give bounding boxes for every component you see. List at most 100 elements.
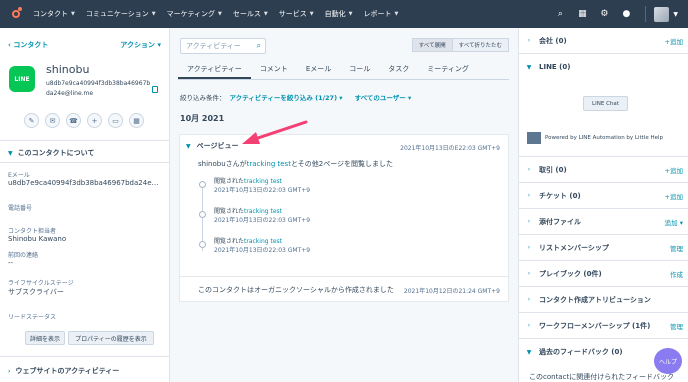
associations-sidebar: › 会社 (0) +追加 ▼ LINE (0) LINE Chat Powered b… <box>518 28 688 382</box>
company-section[interactable]: › 会社 (0) +追加 <box>519 28 688 54</box>
user-avatar[interactable] <box>654 6 670 22</box>
annotation-arrow-icon <box>242 120 308 144</box>
line-section[interactable]: ▼ LINE (0) <box>519 54 688 80</box>
user-filter-dropdown[interactable]: すべてのユーザー ▾ <box>355 92 412 102</box>
pageview-item: 閲覧されたtracking test 2021年10月13日の22:03 GMT… <box>214 178 311 194</box>
meeting-button[interactable]: ▦ <box>129 113 144 128</box>
nav-service[interactable]: サービス ▼ <box>279 9 314 19</box>
expand-all-button[interactable]: すべて展開 <box>411 38 452 52</box>
email-value[interactable]: u8db7e9ca40994f3db38ba46967bda24e@line..… <box>8 179 164 187</box>
lists-section[interactable]: › リストメンバーシップ 管理 <box>519 235 688 261</box>
property-history-button[interactable]: プロパティーの履歴を表示 <box>68 331 154 345</box>
nav-contacts[interactable]: コンタクト ▼ <box>33 9 75 19</box>
chevron-down-icon: ▼ <box>218 11 222 17</box>
website-activity-toggle[interactable]: › ウェブサイトのアクティビティー <box>8 366 119 376</box>
page-link[interactable]: tracking test <box>244 208 282 215</box>
nav-divider <box>645 6 647 22</box>
gear-icon[interactable]: ⚙ <box>593 9 615 19</box>
collapse-all-button[interactable]: すべて折りたたむ <box>451 38 509 52</box>
contact-name[interactable]: shinobu <box>46 63 89 76</box>
nav-conversations[interactable]: コミュニケーション ▼ <box>86 9 156 19</box>
chevron-down-icon: ▼ <box>263 11 268 17</box>
feedback-text: このcontactに関連付けられたフィードバック <box>529 373 675 381</box>
manage-lists-link[interactable]: 管理 <box>670 243 683 253</box>
chevron-right-icon: › <box>527 192 531 199</box>
deals-section[interactable]: › 取引 (0) +追加 <box>519 157 688 183</box>
marketplace-icon[interactable]: ▦ <box>571 9 593 19</box>
tab-calls[interactable]: コール <box>340 60 379 79</box>
tab-activity[interactable]: アクティビティー <box>178 60 251 79</box>
created-text: このコンタクトはオーガニックソーシャルから作成されました <box>198 286 394 294</box>
pageview-item: 閲覧されたtracking test 2021年10月13日の22:03 GMT… <box>214 238 311 254</box>
help-button[interactable]: ヘルプ <box>654 348 682 374</box>
chevron-right-icon: › <box>8 367 11 375</box>
pageview-toggle[interactable]: ▼ ページビュー <box>186 141 239 151</box>
note-button[interactable]: ✎ <box>24 113 39 128</box>
nav-marketing[interactable]: マーケティング ▼ <box>167 9 222 19</box>
timeline-dot <box>199 181 206 188</box>
search-icon: ⌕ <box>256 41 261 50</box>
add-deal-link[interactable]: +追加 <box>665 165 683 175</box>
chevron-down-icon: ▼ <box>151 11 156 17</box>
attachments-section[interactable]: › 添付ファイル 追加 ▾ <box>519 209 688 235</box>
search-icon[interactable]: ⌕ <box>549 9 571 19</box>
workflows-section[interactable]: › ワークフローメンバーシップ (1件) 管理 <box>519 313 688 339</box>
tab-tasks[interactable]: タスク <box>379 60 418 79</box>
page-link[interactable]: tracking test <box>244 238 282 245</box>
show-details-button[interactable]: 詳細を表示 <box>25 331 65 345</box>
chevron-down-icon[interactable]: ▼ <box>673 11 678 18</box>
activity-filter-dropdown[interactable]: アクティビティーを絞り込み (1/27) ▾ <box>230 92 343 102</box>
add-attachment-link[interactable]: 追加 ▾ <box>665 217 683 227</box>
nav-sales[interactable]: セールス ▼ <box>233 9 268 19</box>
page-link[interactable]: tracking test <box>247 160 291 168</box>
pageview-item: 閲覧されたtracking test 2021年10月13日の22:03 GMT… <box>214 208 311 224</box>
month-heading: 10月 2021 <box>180 114 225 123</box>
nav-reports[interactable]: レポート ▼ <box>363 9 398 19</box>
line-chat-button[interactable]: LINE Chat <box>583 96 628 111</box>
top-navigation: コンタクト ▼ コミュニケーション ▼ マーケティング ▼ セールス ▼ サービス ▼ 自… <box>0 0 688 28</box>
copy-icon[interactable] <box>152 86 158 93</box>
owner-label: コンタクト担当者 <box>8 228 57 235</box>
tab-notes[interactable]: コメント <box>251 60 297 79</box>
tab-emails[interactable]: Eメール <box>297 60 340 79</box>
back-to-contacts-link[interactable]: ‹ コンタクト <box>8 40 48 50</box>
tickets-section[interactable]: › チケット (0) +追加 <box>519 183 688 209</box>
manage-workflows-link[interactable]: 管理 <box>670 321 683 331</box>
page-link[interactable]: tracking test <box>244 178 282 185</box>
annotation-arrow <box>402 148 482 182</box>
created-card: このコンタクトはオーガニックソーシャルから作成されました 2021年10月12日… <box>179 276 509 302</box>
attribution-section[interactable]: › コンタクト作成アトリビューション <box>519 287 688 313</box>
bell-icon[interactable]: ● <box>615 9 637 19</box>
chevron-right-icon: › <box>527 322 531 329</box>
timeline-dot <box>199 241 206 248</box>
nav-automation[interactable]: 自動化 ▼ <box>325 9 353 19</box>
chevron-right-icon: › <box>527 37 531 44</box>
hubspot-logo[interactable] <box>9 7 23 21</box>
call-button[interactable]: ☎ <box>66 113 81 128</box>
phone-label: 電話番号 <box>8 205 33 212</box>
add-ticket-link[interactable]: +追加 <box>665 191 683 201</box>
chevron-down-icon: ▼ <box>186 142 191 150</box>
actions-dropdown[interactable]: アクション ▾ <box>120 40 161 50</box>
about-section-toggle[interactable]: ▼ このコンタクトについて <box>8 148 94 158</box>
phone-icon: ☎ <box>69 116 78 125</box>
chevron-down-icon: ▼ <box>394 11 399 17</box>
add-button[interactable]: + <box>87 113 102 128</box>
playbooks-section[interactable]: › プレイブック (0件) 作成 <box>519 261 688 287</box>
add-company-link[interactable]: +追加 <box>665 36 683 46</box>
divider <box>0 140 169 141</box>
email-button[interactable]: ✉ <box>45 113 60 128</box>
lifecycle-value[interactable]: サブスクライバー <box>8 287 164 297</box>
chevron-down-icon: ▼ <box>8 149 13 157</box>
tab-meetings[interactable]: ミーティング <box>418 60 478 79</box>
divider <box>0 356 169 357</box>
activity-search-input[interactable]: アクティビティー ⌕ <box>180 38 266 54</box>
timeline-dot <box>199 211 206 218</box>
envelope-icon: ✉ <box>49 116 56 125</box>
task-button[interactable]: ▭ <box>108 113 123 128</box>
create-playbook-link[interactable]: 作成 <box>670 269 683 279</box>
chevron-down-icon: ▼ <box>309 11 314 17</box>
task-icon: ▭ <box>112 116 119 125</box>
owner-value[interactable]: Shinobu Kawano <box>8 235 164 243</box>
chevron-right-icon: › <box>527 296 531 303</box>
